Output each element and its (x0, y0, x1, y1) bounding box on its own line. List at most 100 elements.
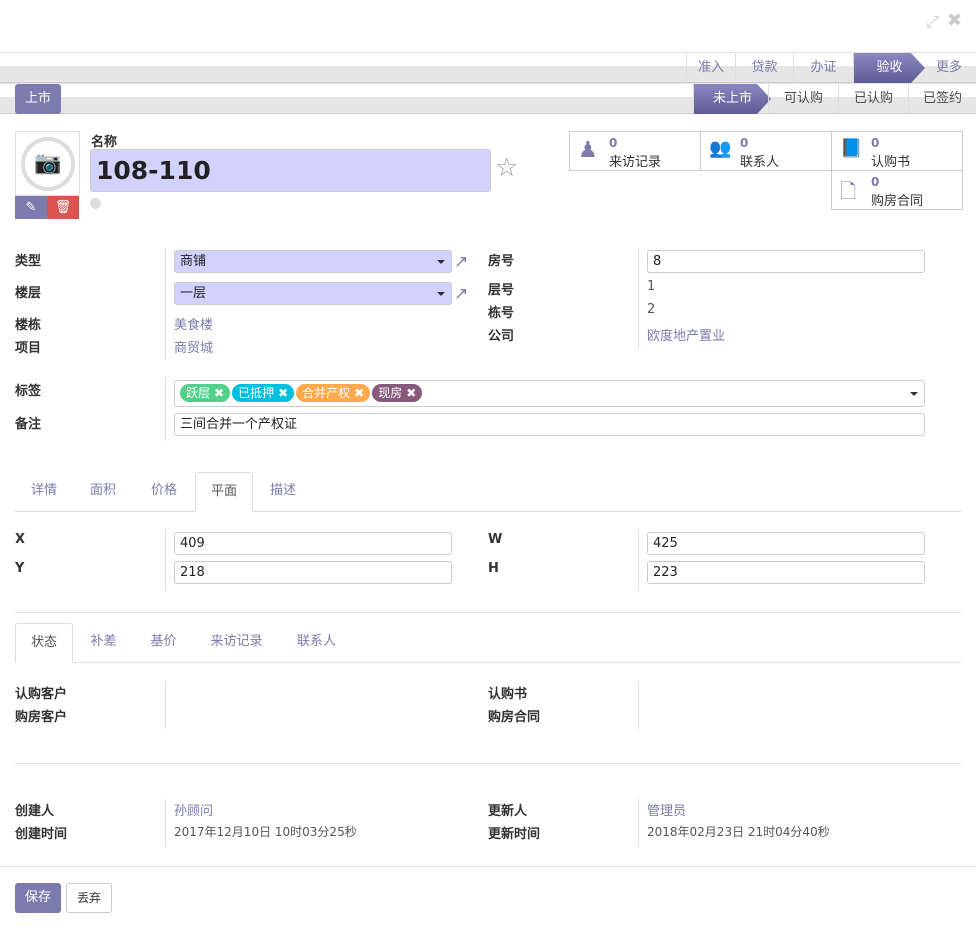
tab-详情[interactable]: 详情 (15, 472, 73, 512)
tag-chip: 现房 ✖ (372, 384, 423, 402)
trash-icon: 🗑 (54, 200, 72, 215)
smart-button-contacts[interactable]: 👥 0 联系人 (700, 131, 832, 171)
statusbar-stages: 准入 贷款 办证 验收 更多 (0, 52, 976, 83)
label: 来访记录 (609, 155, 662, 170)
tab-联系人[interactable]: 联系人 (280, 623, 353, 663)
type-select[interactable]: 商铺 (174, 250, 452, 273)
expand-icon[interactable]: ⤢ (926, 12, 939, 32)
caret-down-icon (437, 292, 445, 296)
delete-image-button[interactable]: 🗑 (47, 196, 79, 219)
tab-价格[interactable]: 价格 (133, 472, 195, 512)
state-已认购[interactable]: 已认购 (838, 84, 908, 114)
updated-at-label: 更新时间 (488, 827, 541, 842)
tab-补差[interactable]: 补差 (73, 623, 134, 663)
type-label: 类型 (15, 254, 42, 269)
floor-select[interactable]: 一层 (174, 282, 452, 305)
floor-value: 一层 (180, 286, 207, 301)
label: 联系人 (740, 155, 780, 170)
h-label: H (488, 561, 499, 576)
updated-at-value: 2018年02月23日 21时04分40秒 (647, 825, 830, 839)
stage-办证[interactable]: 办证 (793, 53, 853, 83)
name-label: 名称 (91, 135, 118, 150)
remove-tag-icon[interactable]: ✖ (354, 386, 364, 400)
tab-描述[interactable]: 描述 (253, 472, 313, 512)
contract-label: 购房合同 (488, 710, 541, 725)
no-camera-icon: 📷 (21, 137, 75, 191)
state-已签约[interactable]: 已签约 (908, 84, 976, 114)
star-icon[interactable]: ☆ (495, 153, 518, 183)
stage-更多[interactable]: 更多 (922, 53, 976, 83)
tag-chip: 合并产权 ✖ (296, 384, 371, 402)
y-input[interactable]: 218 (174, 561, 452, 584)
created-by-label: 创建人 (15, 804, 55, 819)
state-未上市[interactable]: 未上市 (693, 84, 771, 114)
building-label: 楼栋 (15, 318, 42, 333)
building-no-label: 栋号 (488, 306, 515, 321)
stage-准入[interactable]: 准入 (686, 53, 735, 83)
list-on-market-button[interactable]: 上市 (15, 84, 61, 114)
close-icon[interactable]: ✖ (947, 10, 962, 31)
x-input[interactable]: 409 (174, 532, 452, 555)
tab-基价[interactable]: 基价 (134, 623, 193, 663)
divider (15, 763, 961, 764)
discard-button[interactable]: 丢弃 (66, 883, 112, 913)
h-input[interactable]: 223 (647, 561, 925, 584)
tag-label: 跃层 (186, 386, 211, 400)
subscriber-label: 认购客户 (15, 687, 68, 702)
name-input[interactable]: 108-110 (90, 149, 491, 192)
company-label: 公司 (488, 329, 515, 344)
book-icon: 📘 (840, 138, 863, 159)
count: 0 (871, 136, 880, 150)
building-no-value: 2 (647, 302, 656, 317)
room-no-input[interactable]: 8 (647, 250, 925, 273)
room-no-label: 房号 (488, 254, 515, 269)
tab-平面[interactable]: 平面 (195, 472, 253, 512)
state-可认购[interactable]: 可认购 (768, 84, 838, 114)
statusbar-state: 上市 未上市 可认购 已认购 已签约 (0, 83, 976, 114)
x-label: X (15, 532, 26, 547)
pencil-icon: ✎ (25, 200, 37, 215)
stage-贷款[interactable]: 贷款 (735, 53, 793, 83)
tags-input[interactable]: 跃层 ✖ 已抵押 ✖ 合并产权 ✖ 现房 ✖ (174, 380, 925, 407)
label: 购房合同 (871, 194, 924, 209)
company-link[interactable]: 欧度地产置业 (647, 325, 725, 344)
tab-来访记录[interactable]: 来访记录 (193, 623, 280, 663)
floor-label: 楼层 (15, 286, 42, 301)
buyer-label: 购房客户 (15, 710, 68, 725)
notes-input[interactable]: 三间合并一个产权证 (174, 413, 925, 436)
created-at-value: 2017年12月10日 10时03分25秒 (174, 825, 357, 839)
project-label: 项目 (15, 341, 42, 356)
users-icon: 👥 (709, 138, 732, 159)
updated-by-link[interactable]: 管理员 (647, 800, 686, 819)
smart-button-subscriptions[interactable]: 📘 0 认购书 (831, 131, 963, 171)
caret-down-icon (437, 260, 445, 264)
smart-button-contracts[interactable]: 🗋 0 购房合同 (831, 170, 963, 210)
remove-tag-icon[interactable]: ✖ (278, 386, 288, 400)
edit-image-button[interactable]: ✎ (15, 196, 47, 219)
remove-tag-icon[interactable]: ✖ (214, 386, 224, 400)
project-link[interactable]: 商贸城 (174, 337, 213, 356)
type-value: 商铺 (180, 254, 207, 269)
building-link[interactable]: 美食楼 (174, 314, 213, 333)
smart-button-visits[interactable]: ♟ 0 来访记录 (569, 131, 701, 171)
tabs-secondary: 状态 补差 基价 来访记录 联系人 (15, 623, 961, 663)
created-by-link[interactable]: 孙顾问 (174, 800, 213, 819)
tab-面积[interactable]: 面积 (73, 472, 133, 512)
external-link-icon[interactable]: ↗ (454, 253, 472, 271)
tab-状态[interactable]: 状态 (15, 623, 73, 663)
created-at-label: 创建时间 (15, 827, 68, 842)
count: 0 (740, 136, 749, 150)
w-input[interactable]: 425 (647, 532, 925, 555)
save-button[interactable]: 保存 (15, 883, 61, 913)
stage-验收[interactable]: 验收 (853, 53, 925, 83)
tags-label: 标签 (15, 384, 42, 399)
tag-chip: 跃层 ✖ (180, 384, 231, 402)
divider (15, 612, 961, 613)
w-label: W (488, 532, 503, 547)
tag-chip: 已抵押 ✖ (232, 384, 295, 402)
external-link-icon[interactable]: ↗ (454, 285, 472, 303)
remove-tag-icon[interactable]: ✖ (406, 386, 416, 400)
status-dot (90, 198, 101, 209)
tag-label: 现房 (378, 386, 403, 400)
y-label: Y (15, 561, 25, 576)
